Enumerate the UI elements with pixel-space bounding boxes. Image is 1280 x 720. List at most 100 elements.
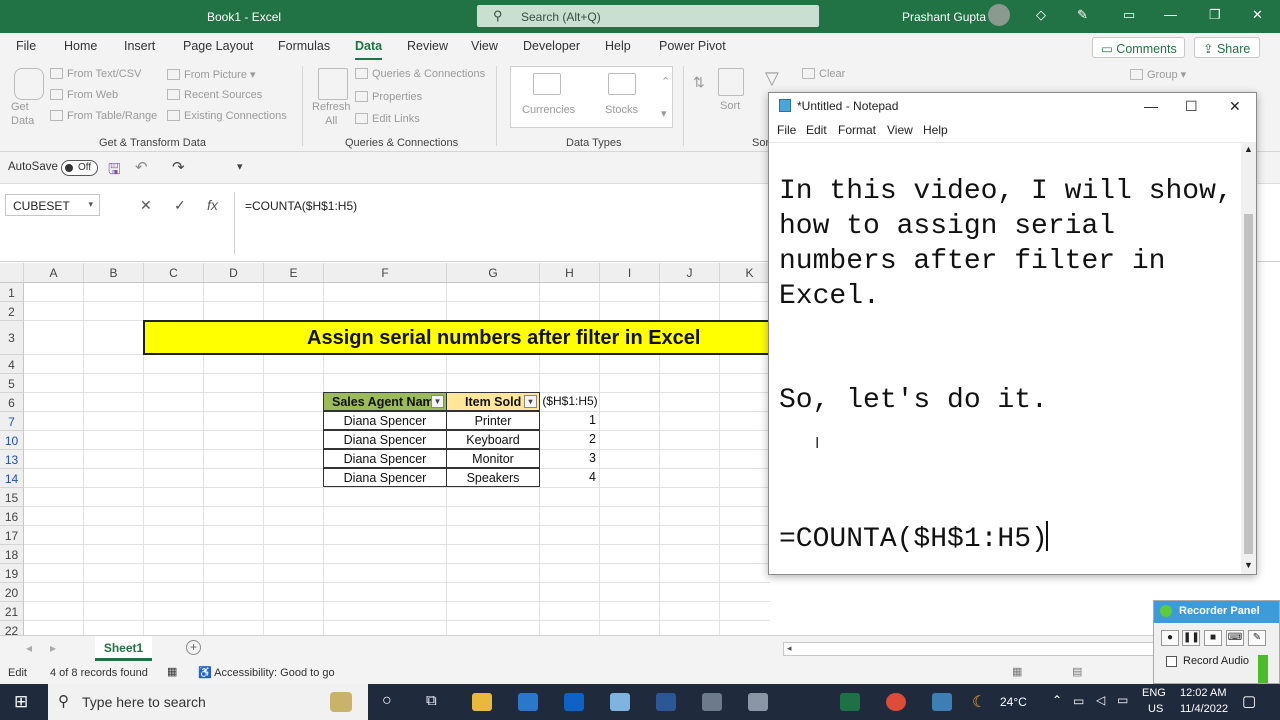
store-icon[interactable] <box>518 693 538 711</box>
column-header[interactable]: A <box>24 263 84 283</box>
notepad-minimize-icon[interactable]: — <box>1144 98 1158 114</box>
app-icon[interactable] <box>702 693 722 711</box>
properties-button[interactable]: Properties <box>355 91 422 103</box>
cell-agent[interactable]: Diana Spencer <box>323 430 447 449</box>
row-header[interactable]: 6 <box>0 393 24 412</box>
scroll-thumb[interactable] <box>1244 214 1253 554</box>
pause-icon[interactable]: ❚❚ <box>1182 630 1200 646</box>
column-header[interactable]: K <box>720 263 770 283</box>
existing-connections-button[interactable]: Existing Connections <box>167 110 287 122</box>
header-item-sold[interactable]: Item Sold ▾ <box>446 392 540 411</box>
share-button[interactable]: ⇪ Share <box>1194 37 1260 58</box>
title-banner[interactable]: Assign serial numbers after filter in Ex… <box>143 320 770 355</box>
currencies-button[interactable]: Currencies <box>522 104 575 116</box>
row-header[interactable]: 20 <box>0 583 24 602</box>
stop-icon[interactable]: ■ <box>1204 630 1222 646</box>
column-header[interactable]: I <box>600 263 660 283</box>
recent-sources-button[interactable]: Recent Sources <box>167 89 262 101</box>
taskbar-search[interactable]: ⚲ Type here to search <box>48 684 368 720</box>
row-header[interactable]: 15 <box>0 488 24 507</box>
volume-icon[interactable]: ◁ <box>1096 693 1105 707</box>
formula-input[interactable]: =COUNTA($H$1:H5) <box>234 192 774 254</box>
row-header[interactable]: 5 <box>0 374 24 393</box>
cell-item[interactable]: Monitor <box>446 449 540 468</box>
cell-agent[interactable]: Diana Spencer <box>323 468 447 487</box>
notepad-menu-help[interactable]: Help <box>923 123 948 137</box>
menu-page-layout[interactable]: Page Layout <box>183 39 253 53</box>
app-icon[interactable] <box>748 693 768 711</box>
group-button[interactable]: Group ▾ <box>1130 68 1186 81</box>
undo-icon[interactable]: ↶ <box>135 158 148 176</box>
column-header[interactable]: D <box>204 263 264 283</box>
row-header[interactable]: 17 <box>0 526 24 545</box>
row-header[interactable]: 3 <box>0 321 24 355</box>
file-explorer-icon[interactable] <box>472 693 492 711</box>
menu-data[interactable]: Data <box>355 39 382 53</box>
filter-dropdown-icon[interactable]: ▾ <box>524 395 537 408</box>
row-header[interactable]: 19 <box>0 564 24 583</box>
enter-icon[interactable]: ✓ <box>174 197 186 214</box>
weather-icon[interactable]: ☾ <box>972 692 986 712</box>
column-header[interactable]: F <box>324 263 447 283</box>
notepad-text-area[interactable]: In this video, I will show, how to assig… <box>769 142 1241 574</box>
add-sheet-icon[interactable]: + <box>186 640 201 655</box>
column-header[interactable]: E <box>264 263 324 283</box>
row-header[interactable]: 18 <box>0 545 24 564</box>
row-header[interactable]: 16 <box>0 507 24 526</box>
menu-file[interactable]: File <box>16 39 36 53</box>
sort-button[interactable]: Sort <box>720 100 740 112</box>
row-header[interactable]: 4 <box>0 355 24 374</box>
row-header[interactable]: 14 <box>0 469 24 488</box>
column-header[interactable]: B <box>84 263 144 283</box>
dropbox-icon[interactable] <box>564 693 584 711</box>
accessibility-status[interactable]: ♿ Accessibility: Good to go <box>198 666 335 679</box>
edit-links-button[interactable]: Edit Links <box>355 113 420 125</box>
header-sales-agent[interactable]: Sales Agent Nam ▼ <box>323 392 447 411</box>
tab-prev-icon[interactable]: ◂ <box>26 641 32 655</box>
scroll-left-icon[interactable]: ◂ <box>787 643 792 654</box>
record-audio-checkbox[interactable] <box>1166 656 1177 667</box>
app-icon[interactable] <box>932 693 952 711</box>
from-text-csv-button[interactable]: From Text/CSV <box>50 68 141 80</box>
clock-date[interactable]: 11/4/2022 <box>1180 703 1228 715</box>
battery-icon[interactable]: ▭ <box>1117 693 1128 707</box>
clear-button[interactable]: Clear <box>802 68 845 80</box>
cortana-icon[interactable]: ○ <box>382 692 392 710</box>
menu-insert[interactable]: Insert <box>124 39 155 53</box>
notepad-taskbar-icon[interactable] <box>610 693 630 711</box>
cell-agent[interactable]: Diana Spencer <box>323 411 447 430</box>
save-icon[interactable]: 🖫 <box>108 159 121 184</box>
menu-home[interactable]: Home <box>64 39 97 53</box>
tab-sheet1[interactable]: Sheet1 <box>95 636 152 661</box>
word-icon[interactable] <box>656 693 676 711</box>
column-header[interactable]: H <box>540 263 600 283</box>
filter-icon[interactable]: ▽ <box>765 68 779 89</box>
macro-recording-icon[interactable]: ▦ <box>167 665 177 678</box>
filter-active-icon[interactable]: ▼ <box>431 395 444 408</box>
diamond-icon[interactable]: ◇ <box>1036 7 1046 23</box>
page-layout-view-icon[interactable]: ▤ <box>1072 665 1082 678</box>
tab-next-icon[interactable]: ▸ <box>50 641 56 655</box>
notepad-close-icon[interactable]: ✕ <box>1229 98 1241 115</box>
row-header[interactable]: 1 <box>0 283 24 302</box>
cell-serial[interactable]: 3 <box>540 449 600 468</box>
cell-serial[interactable]: 4 <box>540 468 600 487</box>
clock-time[interactable]: 12:02 AM <box>1180 687 1226 699</box>
cancel-icon[interactable]: ✕ <box>140 197 152 214</box>
from-picture-button[interactable]: From Picture ▾ <box>167 68 256 81</box>
avatar[interactable] <box>988 4 1010 26</box>
menu-developer[interactable]: Developer <box>523 39 580 53</box>
close-icon[interactable]: ✕ <box>1252 7 1263 23</box>
menu-review[interactable]: Review <box>407 39 448 53</box>
menu-formulas[interactable]: Formulas <box>278 39 330 53</box>
row-header[interactable]: 22 <box>0 621 24 635</box>
notepad-menu-view[interactable]: View <box>887 123 913 137</box>
row-header[interactable]: 13 <box>0 450 24 469</box>
customize-qat-icon[interactable]: ▾ <box>237 160 243 173</box>
column-header[interactable]: C <box>144 263 204 283</box>
horizontal-scrollbar[interactable]: ◂ <box>783 642 1163 656</box>
notepad-menu-format[interactable]: Format <box>838 123 876 137</box>
notepad-maximize-icon[interactable]: ☐ <box>1185 98 1198 115</box>
from-table-range-button[interactable]: From Table/Range <box>50 110 157 122</box>
menu-power-pivot[interactable]: Power Pivot <box>659 39 726 53</box>
